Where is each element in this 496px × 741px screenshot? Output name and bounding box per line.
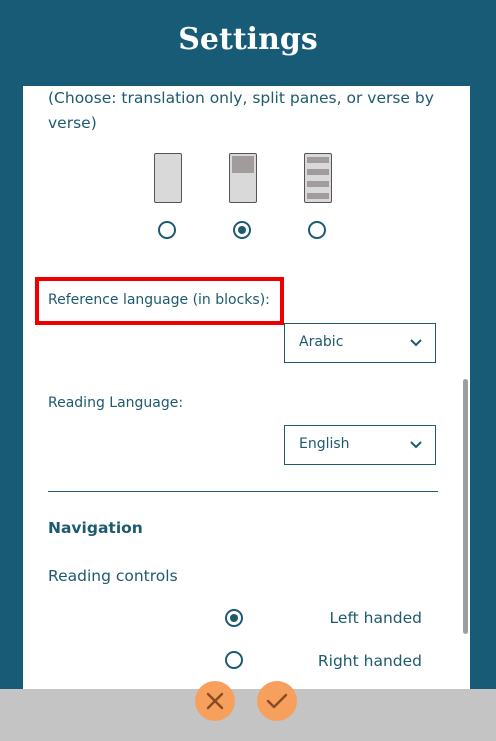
layout-radio-single[interactable]	[158, 221, 176, 239]
close-icon	[206, 692, 224, 710]
layout-hint-text: (Choose: translation only, split panes, …	[48, 89, 434, 132]
confirm-button[interactable]	[257, 681, 297, 721]
reading-controls-label: Reading controls	[48, 567, 178, 585]
section-divider	[48, 491, 438, 492]
reference-language-label: Reference language (in blocks):	[48, 292, 270, 308]
reading-language-label: Reading Language:	[48, 395, 184, 411]
left-handed-radio[interactable]	[225, 609, 243, 627]
reading-language-select[interactable]: English	[284, 425, 436, 465]
verse-by-verse-layout-icon[interactable]	[304, 153, 332, 203]
settings-panel[interactable]: (Choose: translation only, split panes, …	[23, 86, 470, 689]
reading-language-value: English	[299, 436, 350, 452]
layout-radio-verse[interactable]	[308, 221, 326, 239]
reference-language-select[interactable]: Arabic	[284, 323, 436, 363]
cancel-button[interactable]	[195, 681, 235, 721]
left-handed-label: Left handed	[329, 609, 422, 627]
navigation-heading: Navigation	[48, 519, 143, 537]
action-footer	[0, 681, 496, 741]
right-handed-radio[interactable]	[225, 651, 243, 669]
right-handed-label: Right handed	[317, 652, 422, 670]
check-icon	[266, 693, 288, 709]
single-pane-layout-icon[interactable]	[154, 153, 182, 203]
scrollbar-thumb[interactable]	[463, 379, 468, 634]
chevron-down-icon	[410, 339, 422, 347]
split-pane-layout-icon[interactable]	[229, 153, 257, 203]
reference-language-value: Arabic	[299, 334, 344, 350]
chevron-down-icon	[410, 441, 422, 449]
page-title: Settings	[178, 22, 318, 57]
layout-radio-split[interactable]	[233, 221, 251, 239]
